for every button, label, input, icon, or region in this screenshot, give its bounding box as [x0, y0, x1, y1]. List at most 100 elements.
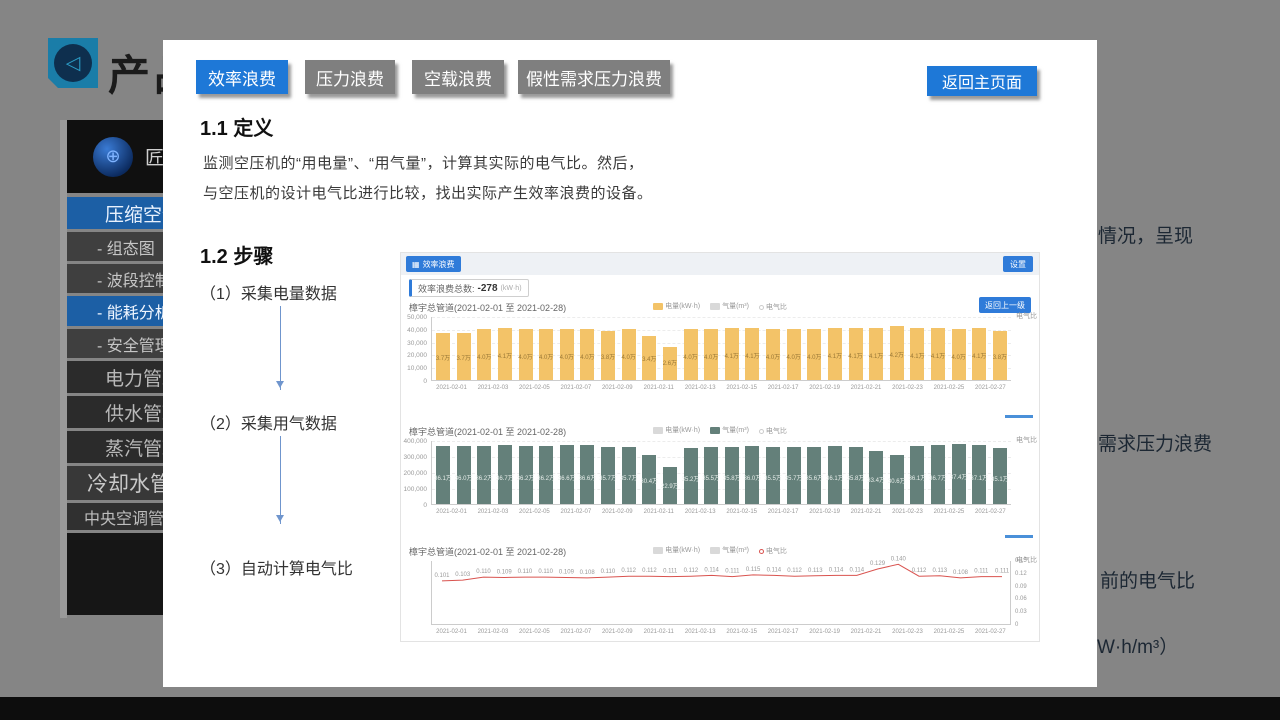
bar: 4.0万 [560, 329, 574, 380]
legend-swatch-icon [653, 547, 663, 554]
slide-back-logo[interactable]: ◁ [48, 38, 98, 88]
y-tick-label: 20,000 [401, 352, 427, 359]
legend-item[interactable]: 电量(kW·h) [653, 545, 700, 555]
bar: 4.1万 [849, 328, 863, 380]
point-value-label: 0.129 [870, 561, 886, 567]
x-tick-label: 2021-02-13 [680, 509, 721, 515]
right-y-tick-label: 0.09 [1015, 584, 1027, 590]
ratio-line-chart: 樟宇总管道(2021-02-01 至 2021-02-28)电量(kW·h)气量… [401, 545, 1039, 641]
bar: 35.5万 [704, 447, 718, 504]
pager-indicator[interactable] [1005, 535, 1033, 538]
point-value-label: 0.113 [932, 568, 947, 574]
legend-swatch-icon [710, 427, 720, 434]
electricity-bar-chart: 樟宇总管道(2021-02-01 至 2021-02-28)电量(kW·h)气量… [401, 301, 1039, 411]
legend-item[interactable]: 电量(kW·h) [653, 301, 700, 311]
bar-value-label: 33.4万 [867, 475, 885, 484]
bar-value-label: 4.1万 [745, 351, 759, 360]
x-tick-label: 2021-02-09 [597, 509, 638, 515]
dashboard-active-tab[interactable]: ▦ 效率浪费 [406, 256, 461, 272]
bar: 4.1万 [498, 328, 512, 380]
bar: 2.6万 [663, 347, 677, 380]
bar-value-label: 4.0万 [786, 352, 800, 361]
tab-false-demand-waste[interactable]: 假性需求压力浪费 [518, 60, 670, 94]
bar-value-label: 35.7万 [620, 473, 638, 482]
y-tick-label: 400,000 [401, 438, 427, 445]
bar: 4.0万 [704, 329, 718, 380]
point-value-label: 0.114 [850, 567, 865, 573]
chart-plot-area: 36.1万36.0万36.2万36.7万36.2万36.2万36.6万36.6万… [431, 441, 1011, 505]
point-value-label: 0.110 [601, 569, 616, 575]
bar-value-label: 4.0万 [683, 352, 697, 361]
bar: 36.6万 [560, 445, 574, 504]
clipped-text-fragment-2: 需求压力浪费 [1098, 429, 1212, 456]
legend-item[interactable]: 电气比 [759, 426, 787, 436]
bar: 4.1万 [972, 328, 986, 380]
legend-item[interactable]: 气量(m³) [710, 425, 749, 435]
back-triangle-icon: ◁ [54, 44, 92, 82]
x-tick-label: 2021-02-21 [846, 629, 887, 635]
bar: 35.8万 [849, 447, 863, 504]
tab-efficiency-waste[interactable]: 效率浪费 [196, 60, 288, 94]
settings-button[interactable]: 设置 [1003, 256, 1033, 272]
definition-line-1: 监测空压机的“用电量”、“用气量”，计算其实际的电气比。然后， [203, 152, 643, 173]
x-tick-label: 2021-02-19 [804, 509, 845, 515]
x-tick-label: 2021-02-05 [514, 509, 555, 515]
bar-value-label: 30.4万 [640, 476, 658, 485]
bar-value-label: 4.1万 [725, 351, 739, 360]
point-value-label: 0.108 [953, 570, 969, 576]
legend-swatch-icon [710, 547, 720, 554]
bar-series: 36.1万36.0万36.2万36.7万36.2万36.2万36.6万36.6万… [432, 441, 1011, 504]
point-value-label: 0.110 [538, 569, 553, 575]
bar: 3.7万 [436, 333, 450, 380]
point-value-label: 0.115 [746, 567, 761, 573]
bar-value-label: 3.4万 [642, 354, 656, 363]
bar-value-label: 22.9万 [661, 481, 679, 490]
tab-pressure-waste[interactable]: 压力浪费 [305, 60, 395, 94]
return-main-page-button[interactable]: 返回主页面 [927, 66, 1037, 96]
bar-value-label: 36.7万 [496, 473, 514, 482]
bar: 35.7万 [622, 447, 636, 504]
bar: 36.2万 [477, 446, 491, 504]
legend-item[interactable]: 电量(kW·h) [653, 425, 700, 435]
tab-noload-waste[interactable]: 空载浪费 [412, 60, 504, 94]
legend-item[interactable]: 电气比 [759, 546, 787, 556]
bar-value-label: 35.8万 [847, 473, 865, 482]
definition-heading: 1.1 定义 [200, 112, 273, 141]
step-1: （1）采集电量数据 [200, 280, 337, 304]
bar-value-label: 37.1万 [970, 473, 988, 482]
pager-indicator[interactable] [1005, 415, 1033, 418]
x-tick-label: 2021-02-25 [928, 509, 969, 515]
legend-circle-icon [759, 305, 764, 310]
dashboard-screenshot: ▦ 效率浪费 设置 效率浪费总数: -278 (kW·h) 返回上一级 樟宇总管… [400, 252, 1040, 642]
bar-value-label: 4.0万 [539, 352, 553, 361]
x-tick-label: 2021-02-01 [431, 385, 472, 391]
x-tick-label: 2021-02-15 [721, 629, 762, 635]
bar: 4.1万 [931, 328, 945, 380]
bar-value-label: 36.0万 [744, 473, 762, 482]
legend-label: 电气比 [766, 546, 787, 556]
x-tick-label: 2021-02-19 [804, 385, 845, 391]
x-tick-label: 2021-02-27 [970, 629, 1011, 635]
sidebar-app-logo-icon: ⊕ [93, 137, 133, 177]
x-tick-label: 2021-02-21 [846, 509, 887, 515]
x-tick-label: 2021-02-01 [431, 629, 472, 635]
y-tick-label: 100,000 [401, 486, 427, 493]
clipped-text-fragment-1: 情况，呈现 [1098, 221, 1193, 248]
bar-value-label: 4.0万 [560, 352, 574, 361]
bar-value-label: 4.1万 [931, 351, 945, 360]
legend-item[interactable]: 气量(m³) [710, 545, 749, 555]
x-tick-label: 2021-02-17 [763, 509, 804, 515]
legend-circle-icon [759, 429, 764, 434]
bar-value-label: 4.0万 [580, 352, 594, 361]
bar-value-label: 4.0万 [621, 352, 635, 361]
arrow-down-icon [280, 306, 281, 390]
x-tick-label: 2021-02-05 [514, 385, 555, 391]
bar-value-label: 36.2万 [537, 473, 555, 482]
x-axis-labels: 2021-02-012021-02-032021-02-052021-02-07… [431, 385, 1011, 391]
bar: 35.6万 [807, 447, 821, 504]
bar: 37.4万 [952, 444, 966, 504]
legend-item[interactable]: 气量(m³) [710, 301, 749, 311]
legend-item[interactable]: 电气比 [759, 302, 787, 312]
bar: 4.0万 [622, 329, 636, 380]
point-value-label: 0.114 [829, 567, 844, 573]
